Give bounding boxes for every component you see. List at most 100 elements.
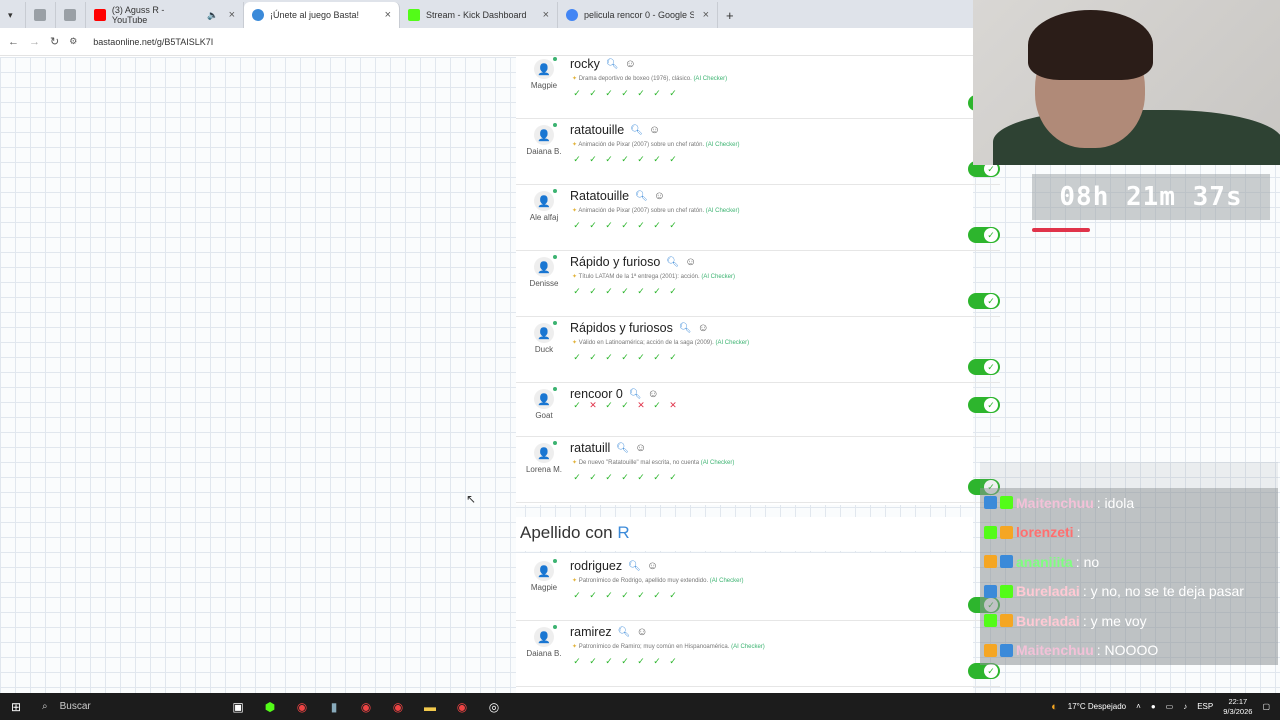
vote-check-icon[interactable]: ✓: [620, 352, 630, 363]
vote-check-icon[interactable]: ✓: [620, 656, 630, 667]
volume-icon[interactable]: ♪: [1183, 702, 1187, 711]
vote-check-icon[interactable]: ✓: [652, 154, 662, 165]
search-icon[interactable]: 🔍︎: [629, 389, 642, 400]
vote-check-icon[interactable]: ✓: [652, 590, 662, 601]
validity-toggle[interactable]: [968, 663, 1000, 679]
task-view-icon[interactable]: ▣: [222, 700, 254, 714]
vote-check-icon[interactable]: ✓: [652, 286, 662, 297]
vote-check-icon[interactable]: ✓: [636, 590, 646, 601]
tab-menu[interactable]: ▾: [0, 2, 26, 28]
search-icon[interactable]: 🔍︎: [635, 191, 648, 202]
vote-check-icon[interactable]: ✓: [668, 88, 678, 99]
back-icon[interactable]: ←: [8, 36, 19, 48]
search-icon[interactable]: 🔍︎: [679, 323, 692, 334]
chrome-icon[interactable]: ◉: [382, 700, 414, 714]
vote-check-icon[interactable]: ✓: [604, 88, 614, 99]
vote-check-icon[interactable]: ✓: [636, 88, 646, 99]
emoji-icon[interactable]: ☺: [647, 560, 658, 572]
vote-check-icon[interactable]: ✓: [668, 220, 678, 231]
reload-icon[interactable]: ↻: [50, 35, 59, 48]
tab-youtube[interactable]: (3) Aguss R - YouTube 🔈 ×: [86, 2, 244, 28]
vote-check-icon[interactable]: ✓: [604, 286, 614, 297]
vote-check-icon[interactable]: ✓: [620, 154, 630, 165]
vote-check-icon[interactable]: ✓: [588, 352, 598, 363]
tab-kick[interactable]: Stream - Kick Dashboard ×: [400, 2, 558, 28]
close-icon[interactable]: ×: [385, 9, 391, 21]
vote-check-icon[interactable]: ✓: [636, 472, 646, 483]
vote-check-icon[interactable]: ✓: [588, 220, 598, 231]
microphone-icon[interactable]: ●: [1151, 702, 1156, 711]
validity-toggle[interactable]: [968, 359, 1000, 375]
vote-check-icon[interactable]: ✓: [668, 472, 678, 483]
vote-check-icon[interactable]: ✓: [636, 352, 646, 363]
vote-check-icon[interactable]: ✓: [588, 656, 598, 667]
vote-check-icon[interactable]: ✓: [572, 154, 582, 165]
search-icon[interactable]: 🔍︎: [616, 443, 629, 454]
tab-google[interactable]: pelicula rencor 0 - Google Sear ×: [558, 2, 718, 28]
weather-text[interactable]: 17°C Despejado: [1068, 702, 1126, 711]
close-icon[interactable]: ×: [543, 9, 549, 21]
search-icon[interactable]: 🔍︎: [618, 627, 631, 638]
notification-icon[interactable]: ▢: [1262, 702, 1270, 711]
clock[interactable]: 22:17 9/3/2026: [1223, 697, 1252, 717]
vote-check-icon[interactable]: ✓: [604, 220, 614, 231]
vote-check-icon[interactable]: ✓: [572, 220, 582, 231]
forward-icon[interactable]: →: [29, 36, 40, 48]
search-icon[interactable]: 🔍︎: [630, 125, 643, 136]
vote-check-icon[interactable]: ✓: [588, 154, 598, 165]
obs-icon[interactable]: ◎: [478, 700, 510, 714]
language-indicator[interactable]: ESP: [1197, 702, 1213, 711]
app-icon[interactable]: ⬢: [254, 700, 286, 714]
vote-check-icon[interactable]: ✓: [572, 590, 582, 601]
taskbar-search[interactable]: ⌕ Buscar: [32, 701, 222, 712]
vote-check-icon[interactable]: ✓: [620, 88, 630, 99]
vote-check-icon[interactable]: ✓: [604, 590, 614, 601]
vote-check-icon[interactable]: ✓: [588, 590, 598, 601]
validity-toggle[interactable]: [968, 293, 1000, 309]
app-icon[interactable]: ▮: [318, 700, 350, 714]
vote-check-icon[interactable]: ✓: [604, 400, 614, 411]
emoji-icon[interactable]: ☺: [636, 626, 647, 638]
emoji-icon[interactable]: ☺: [698, 322, 709, 334]
vote-check-icon[interactable]: ✓: [572, 352, 582, 363]
vote-check-icon[interactable]: ✓: [588, 88, 598, 99]
close-icon[interactable]: ×: [703, 9, 709, 21]
vote-check-icon[interactable]: ✓: [668, 352, 678, 363]
vote-check-icon[interactable]: ✓: [668, 286, 678, 297]
chrome-icon[interactable]: ◉: [446, 700, 478, 714]
tab-pinned-1[interactable]: [26, 2, 56, 28]
emoji-icon[interactable]: ☺: [648, 388, 659, 400]
chrome-icon[interactable]: ◉: [286, 700, 318, 714]
site-info-icon[interactable]: ⚙: [69, 36, 77, 47]
vote-check-icon[interactable]: ✓: [604, 154, 614, 165]
vote-check-icon[interactable]: ✓: [572, 472, 582, 483]
vote-check-icon[interactable]: ✓: [604, 472, 614, 483]
vote-cross-icon[interactable]: ✕: [668, 400, 678, 411]
tab-basta[interactable]: ¡Únete al juego Basta! ×: [244, 2, 400, 28]
url-field[interactable]: bastaonline.net/g/B5TAISLK7I: [93, 37, 213, 47]
search-icon[interactable]: 🔍︎: [666, 257, 679, 268]
close-icon[interactable]: ×: [229, 9, 235, 21]
windows-start-icon[interactable]: ⊞: [0, 700, 32, 714]
chrome-icon[interactable]: ◉: [350, 700, 382, 714]
vote-check-icon[interactable]: ✓: [604, 352, 614, 363]
vote-check-icon[interactable]: ✓: [620, 286, 630, 297]
vote-check-icon[interactable]: ✓: [620, 472, 630, 483]
emoji-icon[interactable]: ☺: [654, 190, 665, 202]
emoji-icon[interactable]: ☺: [685, 256, 696, 268]
search-icon[interactable]: 🔍︎: [606, 59, 619, 70]
vote-check-icon[interactable]: ✓: [620, 400, 630, 411]
emoji-icon[interactable]: ☺: [649, 124, 660, 136]
vote-check-icon[interactable]: ✓: [652, 472, 662, 483]
vote-check-icon[interactable]: ✓: [604, 656, 614, 667]
vote-check-icon[interactable]: ✓: [572, 656, 582, 667]
search-icon[interactable]: 🔍︎: [628, 561, 641, 572]
new-tab-button[interactable]: +: [718, 2, 742, 28]
vote-check-icon[interactable]: ✓: [572, 88, 582, 99]
vote-check-icon[interactable]: ✓: [588, 472, 598, 483]
vote-check-icon[interactable]: ✓: [668, 154, 678, 165]
vote-check-icon[interactable]: ✓: [668, 590, 678, 601]
vote-check-icon[interactable]: ✓: [668, 656, 678, 667]
vote-check-icon[interactable]: ✓: [620, 590, 630, 601]
vote-check-icon[interactable]: ✓: [572, 286, 582, 297]
